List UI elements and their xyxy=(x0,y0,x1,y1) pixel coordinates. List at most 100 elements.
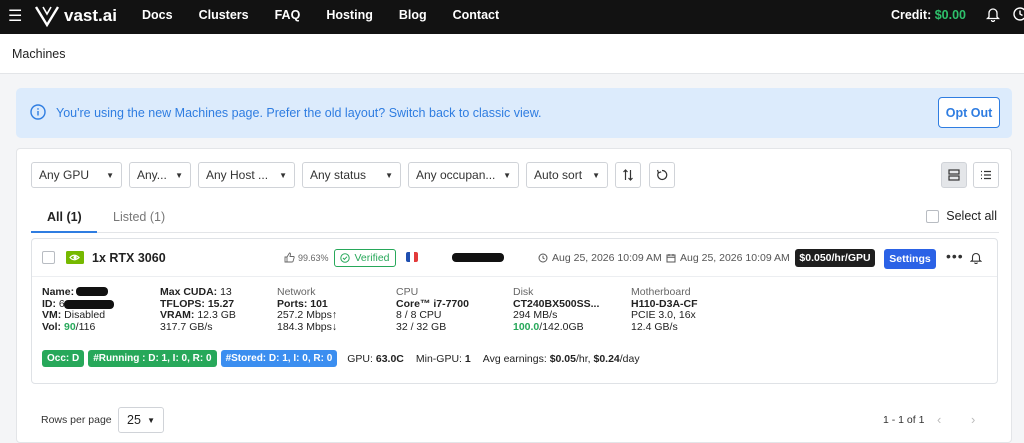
cuda-label: Max CUDA: xyxy=(160,286,218,298)
end-date-value: Aug 25, 2026 10:09 AM xyxy=(680,252,790,264)
chevron-down-icon: ▼ xyxy=(279,170,287,180)
machines-panel: Any GPU ▼ Any... ▼ Any Host ... ▼ Any statu… xyxy=(16,148,1012,443)
select-all[interactable]: Select all xyxy=(926,209,997,223)
menu-icon[interactable]: ☰ xyxy=(8,6,22,26)
chevron-right-icon[interactable]: › xyxy=(971,412,975,427)
clock-icon xyxy=(538,253,548,263)
gpu-temp-value: 63.0C xyxy=(375,352,404,365)
avg-earnings: Avg earnings: $0.05/hr, $0.24/day xyxy=(483,353,640,365)
network-heading: Network xyxy=(277,286,316,298)
host-filter-select[interactable]: Any Host ... ▼ xyxy=(198,162,295,188)
machine-tabs: All (1) Listed (1) xyxy=(31,207,999,233)
sort-arrows-icon xyxy=(623,169,633,181)
vram-value: 12.3 GB xyxy=(197,309,236,322)
chevron-left-icon[interactable]: ‹ xyxy=(937,412,941,427)
nav-blog[interactable]: Blog xyxy=(399,8,427,22)
tflops-value: 15.27 xyxy=(207,297,235,310)
occupancy-filter-select[interactable]: Any occupan... ▼ xyxy=(408,162,519,188)
credit-display[interactable]: Credit: $0.00 xyxy=(891,8,966,22)
sort-value: Auto sort xyxy=(534,168,583,182)
nav-hosting[interactable]: Hosting xyxy=(326,8,373,22)
stored-badge: #Stored: D: 1, I: 0, R: 0 xyxy=(220,350,338,367)
settings-button[interactable]: Settings xyxy=(884,249,936,269)
disk-specs: Disk CT240BX500SS... 294 MB/s 100.0/142.… xyxy=(513,286,599,334)
nvidia-logo-icon xyxy=(66,251,84,264)
thumbs-up-icon xyxy=(284,252,295,263)
min-gpu-value: 1 xyxy=(464,352,471,365)
gpu-filter-select[interactable]: Any GPU ▼ xyxy=(31,162,122,188)
min-gpu: Min-GPU: 1 xyxy=(416,353,471,365)
credit-amount: $0.00 xyxy=(934,8,966,22)
list-view-button[interactable] xyxy=(973,162,999,188)
motherboard-heading: Motherboard xyxy=(631,286,691,298)
occupancy-filter-value: Any occupan... xyxy=(416,168,496,182)
nav-clusters[interactable]: Clusters xyxy=(199,8,249,22)
gpu-filter-value: Any GPU xyxy=(39,168,90,182)
bell-icon[interactable] xyxy=(970,251,982,264)
tab-listed[interactable]: Listed (1) xyxy=(113,210,165,224)
list-view-icon xyxy=(981,170,991,180)
arrow-up-icon: ↑ xyxy=(331,309,338,322)
vast-logo-icon[interactable] xyxy=(34,4,60,28)
sort-order-button[interactable] xyxy=(615,162,641,188)
history-icon[interactable] xyxy=(1012,6,1024,22)
france-flag-icon xyxy=(406,252,418,262)
card-view-button[interactable] xyxy=(941,162,967,188)
gpu-specs: Max CUDA: 13 TFLOPS: 15.27 VRAM: 12.3 GB… xyxy=(160,286,236,334)
nav-faq[interactable]: FAQ xyxy=(275,8,301,22)
vol-label: Vol: xyxy=(42,321,62,334)
page-title: Machines xyxy=(12,47,66,61)
vm-value: Disabled xyxy=(64,309,106,322)
top-navbar: ☰ vast.ai Docs Clusters FAQ Hosting Blog… xyxy=(0,0,1024,34)
nav-docs[interactable]: Docs xyxy=(142,8,173,22)
any-filter-select[interactable]: Any... ▼ xyxy=(129,162,191,188)
rows-per-page-select[interactable]: 25 ▼ xyxy=(118,407,164,433)
status-filter-value: Any status xyxy=(310,168,367,182)
id-label: ID: xyxy=(42,297,56,310)
more-options-icon[interactable]: ••• xyxy=(946,248,964,264)
status-filter-select[interactable]: Any status ▼ xyxy=(302,162,401,188)
cpu-specs: CPU Core™ i7-7700 8 / 8 CPU 32 / 32 GB xyxy=(396,286,469,334)
any-filter-value: Any... xyxy=(137,168,167,182)
chevron-down-icon: ▼ xyxy=(503,170,511,180)
reliability: 99.63% xyxy=(284,252,329,263)
vol-used: 90 xyxy=(63,321,76,334)
vol-total: /116 xyxy=(75,321,96,334)
gpu-bandwidth: 317.7 GB/s xyxy=(160,321,213,334)
motherboard-specs: Motherboard H110-D3A-CF PCIE 3.0, 16x 12… xyxy=(631,286,698,334)
redacted-host xyxy=(452,253,504,262)
banner-message: You're using the new Machines page. Pref… xyxy=(56,106,542,120)
page-header: Machines xyxy=(0,34,1024,74)
rows-per-page-label: Rows per page xyxy=(41,414,112,426)
download-speed: 184.3 Mbps xyxy=(277,321,332,334)
verified-label: Verified xyxy=(354,252,390,264)
bell-icon[interactable] xyxy=(986,6,1000,22)
earnings-label: Avg earnings: xyxy=(482,352,547,365)
network-specs: Network Ports: 101 257.2 Mbps↑ 184.3 Mbp… xyxy=(277,286,338,334)
brand-name[interactable]: vast.ai xyxy=(64,6,117,26)
cpu-ram: 32 / 32 GB xyxy=(396,321,447,334)
sort-select[interactable]: Auto sort ▼ xyxy=(526,162,608,188)
filter-bar: Any GPU ▼ Any... ▼ Any Host ... ▼ Any statu… xyxy=(31,162,683,188)
opt-out-button[interactable]: Opt Out xyxy=(938,97,1000,128)
upload-speed: 257.2 Mbps xyxy=(277,309,332,322)
chevron-down-icon: ▼ xyxy=(175,170,183,180)
min-gpu-label: Min-GPU: xyxy=(415,352,462,365)
tab-all[interactable]: All (1) xyxy=(47,210,82,224)
earnings-hourly: $0.05 xyxy=(549,352,576,365)
refresh-button[interactable] xyxy=(649,162,675,188)
earnings-hourly-unit: /hr, xyxy=(575,352,591,365)
end-date: Aug 25, 2026 10:09 AM xyxy=(666,252,790,264)
chevron-down-icon: ▼ xyxy=(592,170,600,180)
disk-heading: Disk xyxy=(513,286,534,298)
view-toggle xyxy=(941,162,999,188)
nav-contact[interactable]: Contact xyxy=(453,8,500,22)
select-all-checkbox[interactable] xyxy=(926,209,940,223)
name-label: Name: xyxy=(42,286,75,298)
chevron-down-icon: ▼ xyxy=(385,170,393,180)
disk-free: 100.0 xyxy=(513,321,540,334)
cpu-heading: CPU xyxy=(396,286,419,298)
pagination-range: 1 - 1 of 1 xyxy=(883,414,925,426)
verified-badge: Verified xyxy=(334,249,396,267)
machine-checkbox[interactable] xyxy=(42,251,55,264)
